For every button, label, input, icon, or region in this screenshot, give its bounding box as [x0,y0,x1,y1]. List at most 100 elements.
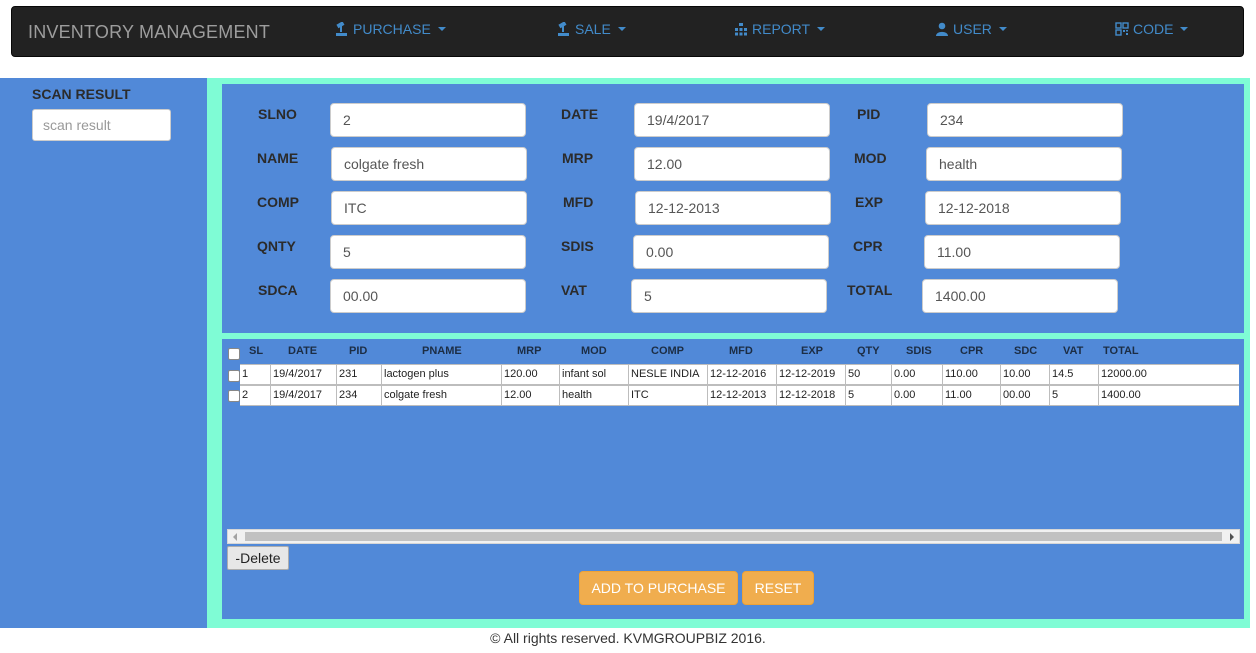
caret-down-icon [437,27,446,31]
scrollbar-thumb[interactable] [245,532,1222,541]
cell-pname: colgate fresh [381,386,501,405]
scan-result-input[interactable] [32,109,171,141]
sdca-field[interactable] [330,279,526,313]
col-header-mod: MOD [581,345,607,357]
nav-code-dropdown[interactable]: CODE [1115,19,1189,39]
row-checkbox[interactable] [228,390,240,402]
cell-vat: 5 [1049,386,1098,405]
mfd-field[interactable] [635,191,831,225]
cell-cpr: 11.00 [942,386,1000,405]
cell-comp: NESLE INDIA [628,365,707,384]
caret-down-icon [817,27,826,31]
cell-exp: 12-12-2018 [776,386,845,405]
cell-qty: 50 [845,365,891,384]
col-header-qty: QTY [857,345,880,357]
nav-sale-dropdown[interactable]: SALE [557,19,626,39]
cell-sdc: 10.00 [1000,365,1049,384]
cell-vat: 14.5 [1049,365,1098,384]
total-label: TOTAL [847,282,893,298]
caret-down-icon [617,27,626,31]
cell-mfd: 12-12-2016 [707,365,776,384]
sdis-field[interactable] [633,235,829,269]
user-icon [936,22,948,36]
cpr-label: CPR [853,238,883,254]
brand-title[interactable]: INVENTORY MANAGEMENT [28,22,270,43]
nav-user-dropdown[interactable]: USER [935,19,1007,39]
col-header-vat: VAT [1063,345,1084,357]
gavel-icon [336,22,347,36]
slno-field[interactable] [330,103,526,137]
cell-mrp: 120.00 [501,365,559,384]
name-field[interactable] [331,147,527,181]
cell-mod: health [559,386,628,405]
footer-copyright: © All rights reserved. KVMGROUPBIZ 2016. [490,630,766,646]
sdis-label: SDIS [561,238,594,254]
add-to-purchase-button[interactable]: ADD TO PURCHASE [579,571,738,605]
row-checkbox[interactable] [228,370,240,382]
col-header-mrp: MRP [517,345,542,357]
scroll-right-arrow-icon[interactable] [1230,533,1234,541]
mrp-field[interactable] [634,147,830,181]
exp-field[interactable] [925,191,1121,225]
mrp-label: MRP [562,150,594,166]
pid-field[interactable] [927,103,1123,137]
caret-down-icon [998,27,1007,31]
cell-qty: 5 [845,386,891,405]
cell-mod: infant sol [559,365,628,384]
col-header-exp: EXP [801,345,824,357]
top-navbar: INVENTORY MANAGEMENT PURCHASE SALE REPOR… [11,6,1244,57]
pid-label: PID [857,106,881,122]
cell-mrp: 12.00 [501,386,559,405]
nav-purchase-dropdown[interactable]: PURCHASE [335,19,446,39]
delete-button[interactable]: -Delete [227,546,289,570]
cell-date: 19/4/2017 [270,365,336,384]
comp-field[interactable] [331,191,527,225]
nav-report-dropdown[interactable]: REPORT [734,19,826,39]
scroll-left-arrow-icon[interactable] [233,533,237,541]
slno-label: SLNO [258,106,297,122]
table-row[interactable]: 1 19/4/2017 231 lactogen plus 120.00 inf… [240,364,1239,385]
cell-exp: 12-12-2019 [776,365,845,384]
select-all-checkbox[interactable] [228,348,240,360]
cell-sl: 2 [242,389,249,401]
cell-cpr: 110.00 [942,365,1000,384]
col-header-sdc: SDC [1014,345,1038,357]
cell-total: 1400.00 [1098,386,1239,405]
sitemap-icon [735,23,747,36]
name-label: NAME [257,150,299,166]
purchase-table-panel: SL DATE PID PNAME MRP MOD COMP MFD EXP Q… [222,339,1244,619]
vat-label: VAT [561,282,587,298]
col-header-pname: PNAME [422,345,462,357]
col-header-sdis: SDIS [906,345,932,357]
cpr-field[interactable] [924,235,1120,269]
caret-down-icon [1180,27,1189,31]
col-header-total: TOTAL [1103,345,1139,357]
cell-sdc: 00.00 [1000,386,1049,405]
reset-button[interactable]: RESET [742,571,814,605]
mod-field[interactable] [926,147,1122,181]
cell-pid: 234 [336,386,381,405]
qnty-label: QNTY [257,238,296,254]
exp-label: EXP [855,194,884,210]
date-field[interactable] [634,103,830,137]
col-header-comp: COMP [651,345,684,357]
date-label: DATE [561,106,599,122]
nav-report-label: REPORT [752,21,811,37]
cell-total: 12000.00 [1098,365,1239,384]
cell-pid: 231 [336,365,381,384]
vat-field[interactable] [631,279,827,313]
total-field[interactable] [922,279,1118,313]
cell-sl: 1 [242,368,249,380]
nav-purchase-label: PURCHASE [353,21,431,37]
purchase-form: SLNO DATE PID NAME MRP MOD COMP MFD EXP … [222,84,1244,333]
qrcode-icon [1115,22,1129,36]
col-header-mfd: MFD [729,345,753,357]
table-row[interactable]: 2 19/4/2017 234 colgate fresh 12.00 heal… [240,385,1239,406]
main-content: SLNO DATE PID NAME MRP MOD COMP MFD EXP … [207,78,1250,628]
table-horizontal-scrollbar[interactable] [227,529,1240,544]
mod-label: MOD [854,150,887,166]
qnty-field[interactable] [330,235,526,269]
gavel-icon [558,22,569,36]
scan-panel: SCAN RESULT [0,78,207,628]
cell-sdis: 0.00 [891,365,942,384]
